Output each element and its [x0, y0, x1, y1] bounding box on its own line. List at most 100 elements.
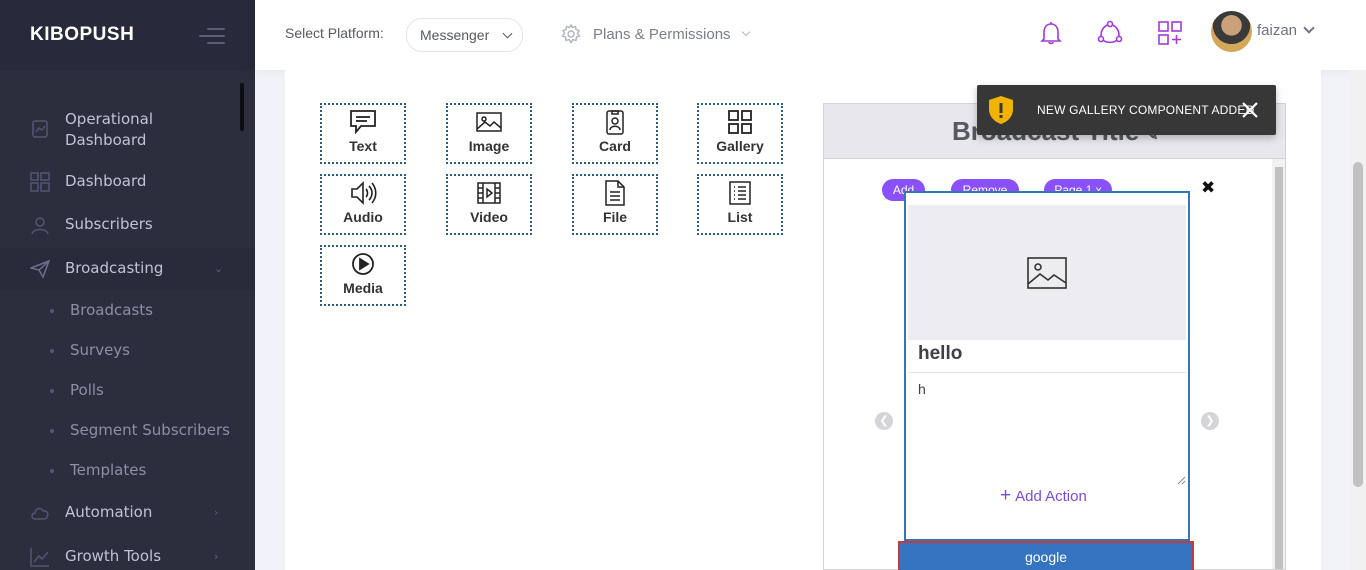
sync-icon[interactable]: [1097, 20, 1123, 46]
preview-scrollbar[interactable]: [1272, 159, 1285, 569]
hamburger-menu-icon[interactable]: [199, 28, 225, 49]
add-gallery-component-button[interactable]: Gallery: [697, 103, 783, 164]
component-label: Video: [470, 209, 508, 225]
add-image-component-button[interactable]: Image: [446, 103, 532, 164]
bullet-dot: [50, 309, 54, 313]
sidebar-subitem-label: Templates: [70, 461, 147, 479]
plans-label: Plans & Permissions: [593, 25, 731, 43]
add-file-component-button[interactable]: File: [572, 174, 658, 235]
component-label: Image: [468, 138, 510, 154]
sidebar-item-label: Automation: [65, 503, 153, 521]
gallery-subtitle[interactable]: h: [918, 381, 926, 397]
file-icon: [605, 180, 625, 206]
bullet-dot: [50, 349, 54, 353]
page-scrollbar[interactable]: [1350, 70, 1366, 570]
paper-plane-icon: [30, 259, 50, 279]
sidebar-subitem-segment-subscribers[interactable]: Segment Subscribers: [0, 420, 255, 442]
text-icon: [350, 110, 376, 135]
gallery-action-button[interactable]: google: [898, 541, 1194, 570]
sidebar-subitem-label: Surveys: [70, 341, 130, 359]
audio-icon: [351, 181, 377, 205]
growth-chart-icon: [30, 548, 49, 567]
dashboard-chart-icon: [32, 120, 48, 138]
sidebar-subitem-surveys[interactable]: Surveys: [0, 340, 255, 362]
component-label: Text: [349, 138, 377, 154]
sidebar-subitem-templates[interactable]: Templates: [0, 460, 255, 482]
sidebar-subitem-broadcasts[interactable]: Broadcasts: [0, 300, 255, 322]
video-icon: [477, 182, 501, 204]
username[interactable]: faizan: [1257, 22, 1297, 39]
bullet-dot: [50, 429, 54, 433]
platform-select[interactable]: Messenger: [406, 18, 523, 52]
cloud-icon: [31, 507, 49, 520]
bell-icon[interactable]: [1038, 20, 1064, 46]
chevron-right-icon: ›: [214, 550, 219, 563]
plans-permissions-menu[interactable]: Plans & Permissions: [561, 24, 750, 44]
chevron-right-icon: ›: [214, 506, 219, 519]
sidebar: KIBOPUSH Operational Dashboard Dashboard…: [0, 0, 255, 570]
add-media-component-button[interactable]: Media: [320, 245, 406, 306]
chevron-down-icon: ⌄: [214, 262, 224, 275]
divider: [908, 372, 1186, 373]
sidebar-item-label: Broadcasting: [65, 259, 164, 277]
sidebar-item-operational-dashboard[interactable]: Operational Dashboard: [0, 105, 255, 155]
component-label: Audio: [343, 209, 383, 225]
chevron-down-icon: [502, 28, 513, 39]
component-label: Card: [599, 138, 631, 154]
chevron-down-icon[interactable]: [1303, 22, 1315, 34]
list-icon: [729, 181, 751, 205]
gear-icon: [561, 24, 581, 44]
sidebar-item-dashboard[interactable]: Dashboard: [0, 167, 255, 197]
gallery-title[interactable]: hello: [918, 343, 962, 365]
sidebar-subitem-label: Broadcasts: [70, 301, 153, 319]
close-icon[interactable]: ✖: [1201, 178, 1215, 198]
toast-message: NEW GALLERY COMPONENT ADDED: [1037, 103, 1255, 117]
notification-toast: NEW GALLERY COMPONENT ADDED: [977, 85, 1276, 135]
add-text-component-button[interactable]: Text: [320, 103, 406, 164]
sidebar-subitem-label: Polls: [70, 381, 104, 399]
add-list-component-button[interactable]: List: [697, 174, 783, 235]
brand-logo: KIBOPUSH: [30, 24, 135, 45]
platform-select-value: Messenger: [420, 27, 490, 43]
plus-icon: +: [1000, 485, 1012, 506]
add-video-component-button[interactable]: Video: [446, 174, 532, 235]
topbar: Select Platform: Messenger Plans & Permi…: [255, 0, 1366, 70]
sidebar-item-label: Subscribers: [65, 215, 153, 233]
gallery-card: hello h + Add Action: [904, 191, 1190, 541]
grid-icon: [30, 172, 50, 192]
sidebar-item-automation[interactable]: Automation ›: [0, 498, 255, 528]
add-card-component-button[interactable]: Card: [572, 103, 658, 164]
avatar[interactable]: [1211, 11, 1252, 52]
platform-label: Select Platform:: [285, 25, 384, 41]
gallery-icon: [728, 110, 752, 134]
component-label: File: [602, 209, 628, 225]
sidebar-item-label: Growth Tools: [65, 547, 162, 565]
user-icon: [31, 217, 49, 235]
image-icon: [476, 112, 502, 132]
carousel-next-icon[interactable]: ❯: [1201, 412, 1219, 430]
add-audio-component-button[interactable]: Audio: [320, 174, 406, 235]
carousel-prev-icon[interactable]: ❮: [875, 412, 893, 430]
sidebar-item-subscribers[interactable]: Subscribers: [0, 210, 255, 240]
sidebar-item-label: Operational Dashboard: [65, 110, 154, 149]
bullet-dot: [50, 389, 54, 393]
close-icon[interactable]: [1240, 100, 1260, 120]
chevron-down-icon: [741, 27, 750, 37]
sidebar-subitem-polls[interactable]: Polls: [0, 380, 255, 402]
sidebar-item-label: Dashboard: [65, 172, 147, 190]
bullet-dot: [50, 469, 54, 473]
card-icon: [606, 110, 624, 135]
component-label: Media: [343, 280, 383, 296]
add-action-button[interactable]: + Add Action: [1000, 485, 1087, 507]
component-label: Gallery: [716, 138, 764, 154]
component-label: List: [727, 209, 753, 225]
sidebar-item-growth-tools[interactable]: Growth Tools ›: [0, 542, 255, 570]
sidebar-subitem-label: Segment Subscribers: [70, 421, 230, 439]
warning-shield-icon: [989, 96, 1013, 124]
image-icon: [1027, 256, 1067, 289]
apps-grid-icon[interactable]: [1157, 20, 1183, 46]
gallery-image-placeholder[interactable]: [908, 205, 1186, 340]
resize-grip-icon[interactable]: [1176, 475, 1186, 485]
media-icon: [352, 253, 374, 275]
sidebar-item-broadcasting[interactable]: Broadcasting ⌄: [0, 248, 255, 290]
